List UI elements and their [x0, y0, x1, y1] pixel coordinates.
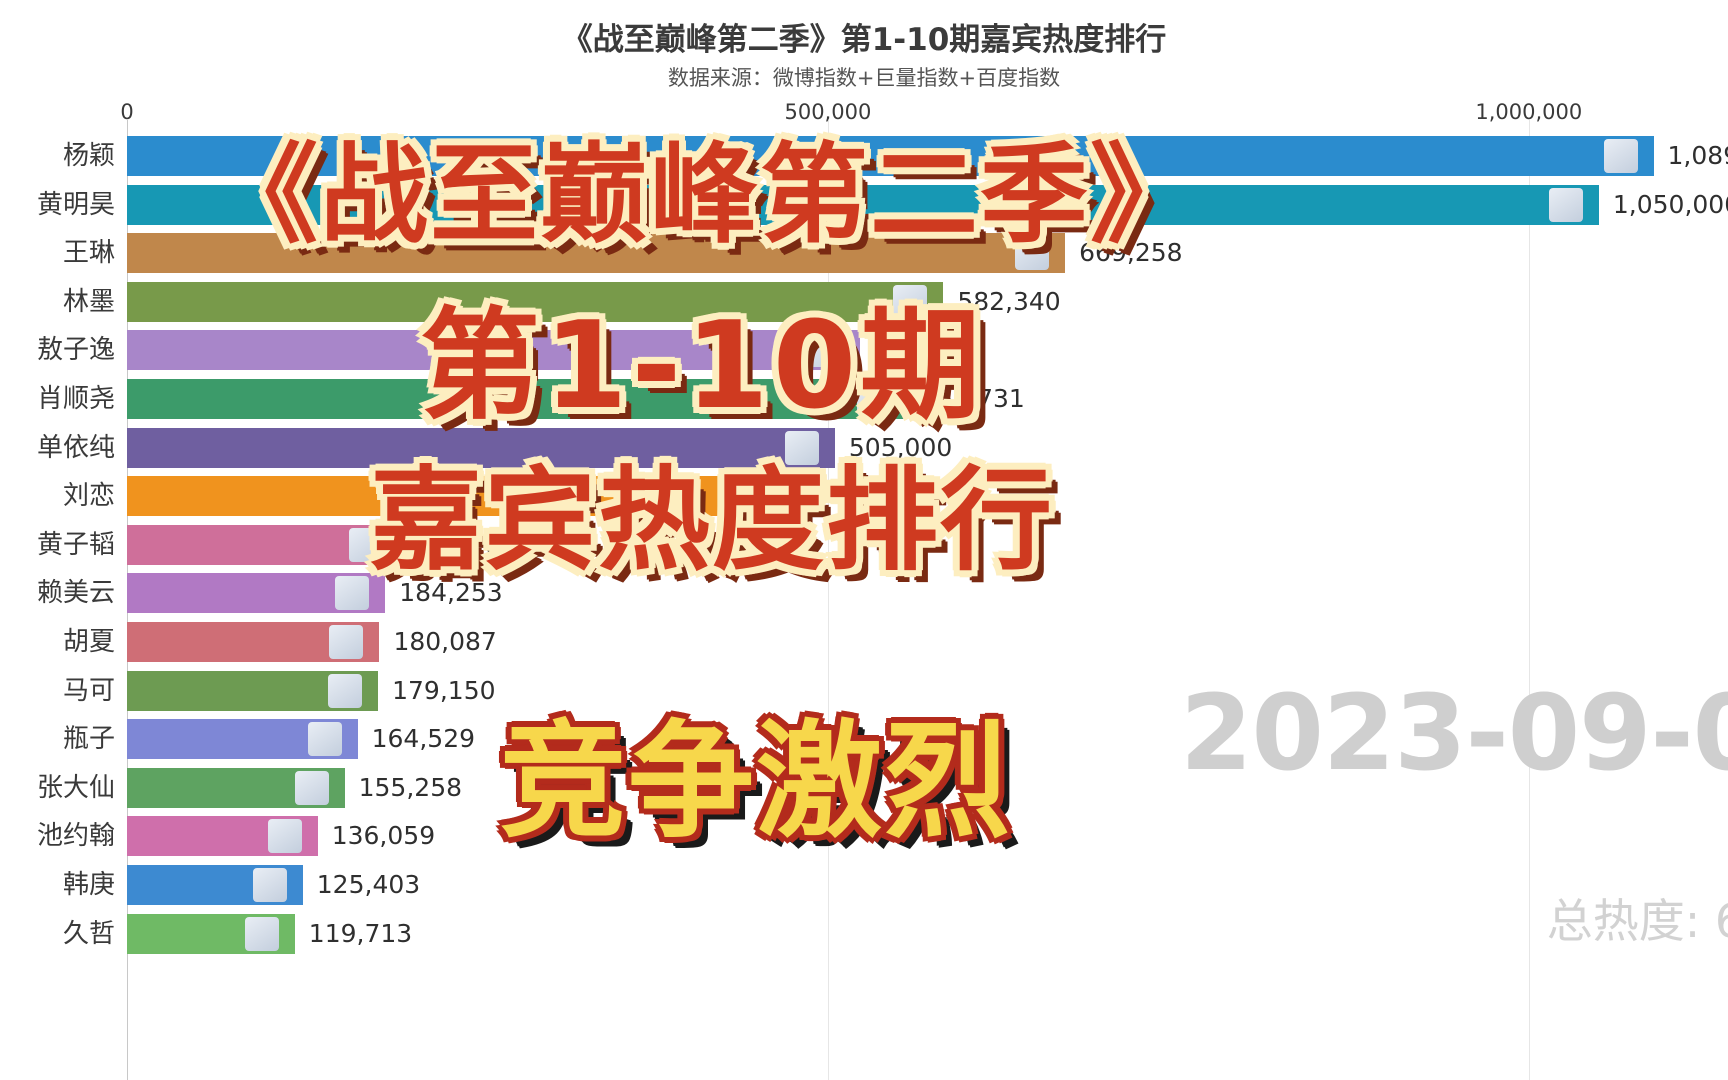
bar-category-label: 林墨 [62, 286, 115, 317]
bar-value-label: 184,253 [399, 578, 503, 608]
total-heat-watermark: 总热度: 6,9 [1546, 894, 1728, 948]
bar-row: 杨颖 1,089,000 [0, 136, 1728, 184]
bar-value-label: 180,087 [393, 627, 497, 656]
bar-category-label: 杨颖 [62, 141, 115, 171]
bar-value-label: 136,059 [331, 821, 436, 851]
bar-category-label: 瓶子 [62, 724, 115, 755]
guest-avatar [307, 722, 342, 757]
guest-avatar [893, 284, 928, 319]
bar [127, 476, 826, 517]
bar-value-label: 164,529 [371, 724, 476, 754]
bar-row: 韩庚 125,403 [0, 865, 1728, 913]
bar-category-label: 王琳 [62, 238, 115, 269]
bar-category-label: 敖子逸 [36, 335, 115, 366]
bar-value-label: 1,050,000 [1612, 189, 1728, 219]
guest-avatar [1015, 236, 1050, 271]
guest-avatar [1603, 139, 1638, 173]
x-axis-tick-label: 500,000 [784, 100, 872, 124]
bar-row: 刘恋 498,000 [0, 476, 1728, 524]
bar-value-label: 193,700 [412, 529, 516, 559]
page-title: 《战至巅峰第二季》第1-10期嘉宾热度排行 [561, 22, 1167, 58]
guest-avatar [784, 430, 819, 465]
current-date-watermark: 2023-09-0 [1180, 672, 1728, 794]
bar-value-label: 119,713 [308, 918, 413, 948]
bar-category-label: 黄子韬 [36, 529, 115, 560]
bar-value-label: 582,340 [957, 286, 1061, 316]
bar [127, 136, 1654, 176]
bar-value-label: 498,000 [839, 481, 943, 511]
bar-category-label: 池约翰 [36, 821, 115, 852]
bar-value-label: 523,100 [874, 335, 978, 365]
guest-avatar [252, 868, 287, 902]
guest-avatar [335, 576, 370, 611]
bar-category-label: 久哲 [62, 918, 115, 949]
guest-avatar [775, 479, 810, 514]
bar-chart-race-video-frame: 《战至巅峰第二季》第1-10期嘉宾热度排行 数据来源：微博指数+巨量指数+百度指… [0, 0, 1728, 1080]
x-axis-tick-label: 1,000,000 [1475, 100, 1583, 124]
bar [127, 330, 861, 371]
bar-row: 敖子逸 523,100 [0, 330, 1728, 378]
bar-row: 胡夏 180,087 [0, 622, 1728, 670]
bar [127, 184, 1599, 225]
bar-row: 王琳 669,258 [0, 233, 1728, 281]
bar-row: 单依纯 505,000 [0, 427, 1728, 476]
bar-value-label: 505,000 [848, 432, 953, 462]
bar-row: 赖美云 184,253 [0, 573, 1728, 621]
guest-avatar [348, 527, 383, 562]
bar-row: 池约翰 136,059 [0, 816, 1728, 864]
guest-avatar [294, 770, 329, 805]
bar-category-label: 马可 [62, 675, 115, 706]
bar-category-label: 韩庚 [62, 870, 115, 900]
bar-value-label: 1,089,000 [1667, 141, 1728, 170]
bar-value-label: 179,150 [392, 675, 496, 705]
bar-row: 黄子韬 193,700 [0, 524, 1728, 573]
bar-row: 黄明昊 1,050,000 [0, 184, 1728, 233]
guest-avatar [329, 625, 364, 659]
bar-value-label: 155,258 [358, 772, 463, 802]
bar [127, 379, 908, 419]
bar-value-label: 125,403 [316, 870, 421, 899]
bar [127, 233, 1066, 274]
data-source-subtitle: 数据来源：微博指数+巨量指数+百度指数 [667, 66, 1061, 90]
bar-category-label: 张大仙 [36, 772, 115, 803]
guest-avatar [1548, 187, 1583, 222]
bar [127, 281, 944, 322]
guest-avatar [244, 916, 279, 951]
bar-value-label: 669,258 [1079, 238, 1183, 268]
bar-category-label: 赖美云 [36, 578, 115, 609]
guest-avatar [857, 382, 892, 416]
x-axis-tick-label: 0 [120, 100, 134, 124]
bar-category-label: 肖顺尧 [36, 384, 115, 414]
guest-avatar [328, 673, 363, 708]
bar [127, 427, 835, 468]
bar-row: 肖顺尧 556,731 [0, 379, 1728, 427]
chart-plot-area: 0 500,000 1,000,000 杨颖 1,089,000 黄明昊 1,050,00… [0, 100, 1728, 1080]
bar-category-label: 黄明昊 [36, 189, 115, 220]
bar-category-label: 单依纯 [36, 432, 115, 463]
bar-row: 林墨 582,340 [0, 281, 1728, 330]
guest-avatar [810, 333, 845, 368]
guest-avatar [267, 819, 302, 854]
bar-value-label: 556,731 [921, 384, 1025, 413]
bar-row: 久哲 119,713 [0, 913, 1728, 962]
bar-category-label: 刘恋 [62, 481, 115, 512]
bar-category-label: 胡夏 [62, 627, 115, 657]
